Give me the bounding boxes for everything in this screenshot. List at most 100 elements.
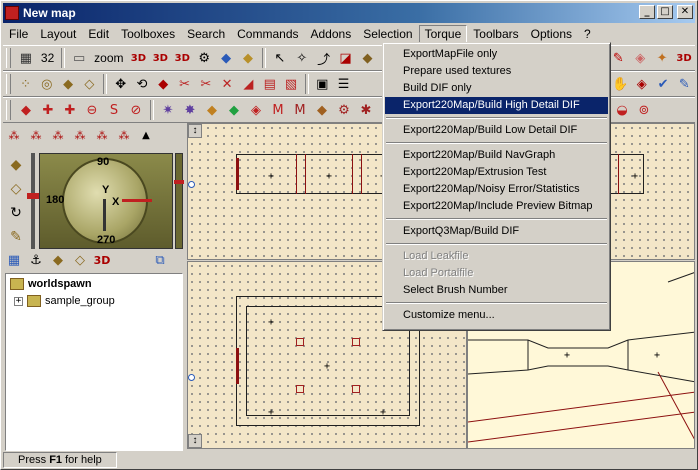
zoom-icon[interactable]: ▭ (69, 48, 89, 68)
face-select-icon[interactable]: ◪ (336, 48, 356, 68)
cube-red-icon[interactable]: ◆ (16, 100, 36, 120)
view-pencil-icon[interactable]: ✎ (6, 227, 26, 247)
eraser-icon[interactable]: ◆ (238, 48, 258, 68)
menu-item-export220map-low-detail-dif[interactable]: Export220Map/Build Low Detail DIF (385, 122, 608, 139)
zoom-button[interactable]: zoom (90, 51, 127, 65)
menu-addons[interactable]: Addons (305, 25, 358, 43)
menu-torque[interactable]: Torque (418, 25, 468, 43)
clip-icon[interactable]: ◈ (630, 48, 650, 68)
hand-icon[interactable]: ✋ (611, 74, 630, 94)
menu-item-exportq3map-build-dif[interactable]: ExportQ3Map/Build DIF (385, 223, 608, 240)
menu-item-export220map-include-preview-bitmap[interactable]: Export220Map/Include Preview Bitmap (385, 198, 608, 215)
cross-red-icon[interactable]: ✚ (38, 100, 58, 120)
menu-search[interactable]: Search (181, 25, 231, 43)
menu-help[interactable]: ? (578, 25, 597, 43)
gear-red-icon[interactable]: ⚙ (334, 100, 354, 120)
minimize-button[interactable]: _ (639, 5, 655, 19)
tree-item-child[interactable]: + sample_group (14, 295, 115, 307)
merge-icon[interactable]: ◈ (246, 100, 266, 120)
menu-item-export220map-noisy-error-statistics[interactable]: Export220Map/Noisy Error/Statistics (385, 181, 608, 198)
chart-icon[interactable]: ▤ (260, 74, 279, 94)
view-3d-wire-icon[interactable]: 3D (150, 48, 170, 68)
tree-expander[interactable]: + (14, 296, 23, 306)
script-icon[interactable]: ▣ (313, 74, 332, 94)
close-button[interactable]: ✕ (677, 5, 693, 19)
select-arrow-icon[interactable]: ↖ (270, 48, 290, 68)
menu-toolbars[interactable]: Toolbars (467, 25, 524, 43)
tree-item-root[interactable]: worldspawn (10, 278, 92, 290)
grid-size-value[interactable]: 32 (37, 51, 58, 65)
group-icon[interactable]: ✷ (158, 100, 178, 120)
maximize-button[interactable]: □ (657, 5, 673, 19)
grid-icon[interactable]: ▦ (16, 48, 36, 68)
no-entry-icon[interactable]: ⊘ (126, 100, 146, 120)
camera-height-slider[interactable] (27, 153, 39, 249)
toolbar-grip[interactable] (6, 74, 11, 94)
cube-outline-icon[interactable]: ◇ (80, 74, 99, 94)
mode-up-icon[interactable]: ▲ (136, 125, 156, 145)
hollow-icon[interactable]: S (104, 100, 124, 120)
render-3d-icon[interactable]: 3D (674, 48, 694, 68)
tab-3d-view[interactable]: 3D (92, 250, 112, 270)
viewport-corner-handle[interactable]: ↕ (188, 434, 202, 448)
menu-item-customize-menu[interactable]: Customize menu... (385, 307, 608, 324)
view-loop-icon[interactable]: ↻ (6, 203, 26, 223)
box-icon[interactable]: ◆ (312, 100, 332, 120)
menu-selection[interactable]: Selection (357, 25, 418, 43)
rotate-icon[interactable]: ⟲ (132, 74, 151, 94)
menu-file[interactable]: File (3, 25, 34, 43)
menu-item-select-brush-number[interactable]: Select Brush Number (385, 282, 608, 299)
flip-y-icon[interactable]: ✂ (196, 74, 215, 94)
brush-paint-icon[interactable]: ✎ (675, 74, 694, 94)
menu-item-build-dif-only[interactable]: Build DIF only (385, 80, 608, 97)
mode-group-icon[interactable]: ⁂ (92, 125, 112, 145)
wrench-icon[interactable]: ✱ (356, 100, 376, 120)
mode-brush-icon[interactable]: ⁂ (70, 125, 90, 145)
menu-commands[interactable]: Commands (231, 25, 304, 43)
mode-entity-icon[interactable]: ⁂ (114, 125, 134, 145)
menu-edit[interactable]: Edit (82, 25, 115, 43)
toolbar-grip[interactable] (6, 100, 11, 120)
flip-x-icon[interactable]: ✂ (175, 74, 194, 94)
viewport-corner-handle[interactable]: ↕ (188, 124, 202, 138)
tab-entity-view-icon[interactable]: ⚓ (26, 250, 46, 270)
tab-brush-view-icon[interactable]: ◆ (48, 250, 68, 270)
minus-red-icon[interactable]: ⊖ (82, 100, 102, 120)
vertex-icon[interactable]: ✧ (292, 48, 312, 68)
points-icon[interactable]: ⁘ (16, 74, 35, 94)
object-tree[interactable]: worldspawn + sample_group (5, 273, 183, 451)
menu-item-export220map-navgraph[interactable]: Export220Map/Build NavGraph (385, 147, 608, 164)
tab-texture-view-icon[interactable]: ◇ (70, 250, 90, 270)
menu-options[interactable]: Options (525, 25, 578, 43)
pitch-slider[interactable] (174, 153, 184, 249)
map-icon[interactable]: M (268, 100, 288, 120)
cube-icon[interactable]: ◆ (58, 74, 77, 94)
menu-item-exportmapfile-only[interactable]: ExportMapFile only (385, 46, 608, 63)
cross-red-2-icon[interactable]: ✚ (60, 100, 80, 120)
menu-layout[interactable]: Layout (34, 25, 82, 43)
tab-group-view-icon[interactable]: ⧉ (150, 250, 170, 270)
mesh-icon[interactable]: M (290, 100, 310, 120)
title-bar[interactable]: New map _ □ ✕ (3, 3, 695, 23)
compass-widget[interactable]: 90 270 180 Y X (39, 153, 173, 249)
toolbar-grip[interactable] (6, 48, 11, 68)
paint-icon[interactable]: ◈ (632, 74, 651, 94)
mirror-icon[interactable]: ✕ (217, 74, 236, 94)
view-3d-icon[interactable]: 3D (128, 48, 148, 68)
mode-edge-icon[interactable]: ⁂ (26, 125, 46, 145)
scale-icon[interactable]: ◆ (154, 74, 173, 94)
menu-item-export220map-extrusion-test[interactable]: Export220Map/Extrusion Test (385, 164, 608, 181)
sphere-icon[interactable]: ◒ (612, 100, 632, 120)
menu-item-prepare-used-textures[interactable]: Prepare used textures (385, 63, 608, 80)
brush-icon[interactable]: ◆ (358, 48, 378, 68)
move-icon[interactable]: ✥ (111, 74, 130, 94)
check-icon[interactable]: ✔ (653, 74, 672, 94)
texture-icon[interactable]: ✦ (652, 48, 672, 68)
mode-vertex-icon[interactable]: ⁂ (4, 125, 24, 145)
entity-icon[interactable]: ◆ (202, 100, 222, 120)
tab-grid-view-icon[interactable]: ▦ (4, 250, 24, 270)
skew-icon[interactable]: ◢ (239, 74, 258, 94)
edge-icon[interactable]: ⤴ (314, 48, 334, 68)
menu-toolboxes[interactable]: Toolboxes (115, 25, 181, 43)
tool-extra-icon[interactable]: ☰ (334, 74, 353, 94)
